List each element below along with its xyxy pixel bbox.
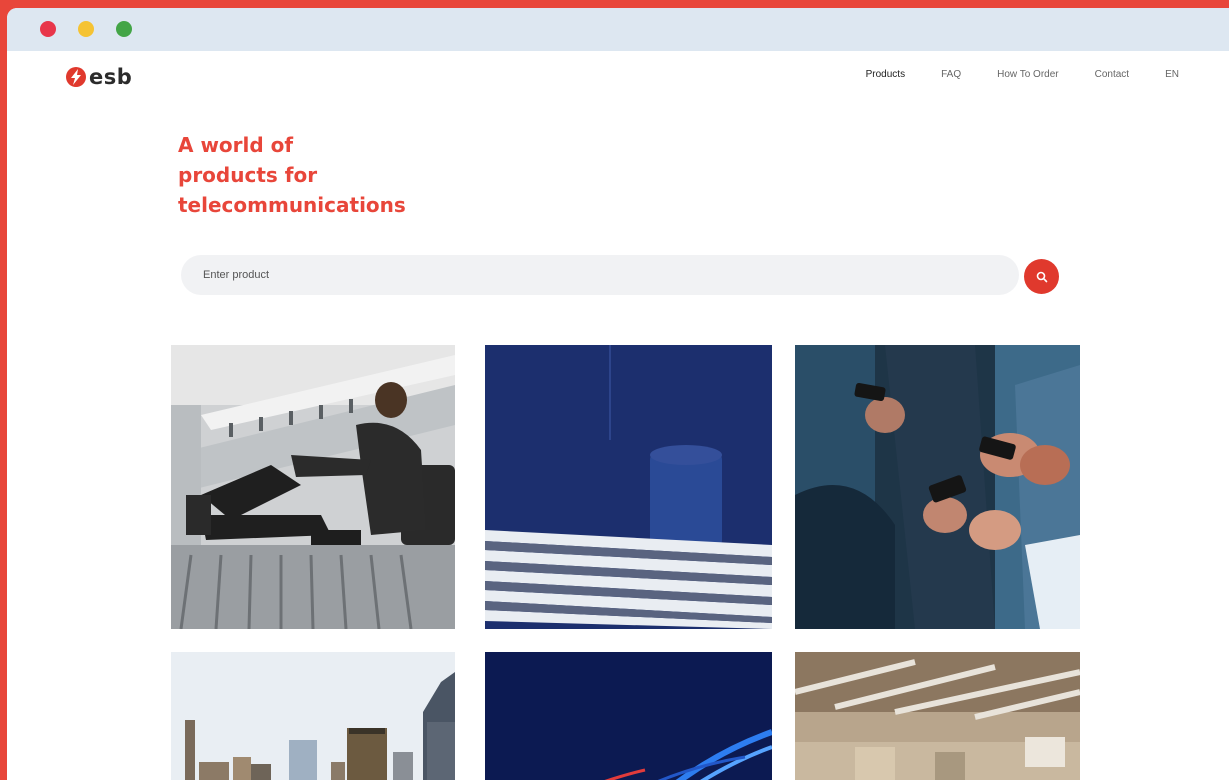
nav-item-how-to-order[interactable]: How To Order bbox=[997, 69, 1059, 80]
brand-logo-text: esb bbox=[89, 65, 133, 89]
gallery-tile[interactable] bbox=[485, 652, 772, 780]
hero-title-line: products for bbox=[178, 163, 318, 187]
hero-title: A world of products for telecommunicatio… bbox=[178, 130, 406, 220]
light-trails-image bbox=[485, 652, 772, 780]
person-with-phone-image bbox=[171, 345, 455, 629]
search-button[interactable] bbox=[1024, 259, 1059, 294]
main-nav: Products FAQ How To Order Contact EN bbox=[866, 69, 1179, 80]
nav-item-language[interactable]: EN bbox=[1165, 69, 1179, 80]
search-icon bbox=[1036, 271, 1047, 282]
nav-item-contact[interactable]: Contact bbox=[1095, 69, 1129, 80]
minimize-window-button[interactable] bbox=[78, 21, 94, 37]
city-skyline-image bbox=[171, 652, 455, 780]
gallery-tile[interactable] bbox=[795, 345, 1080, 629]
site-header: esb Products FAQ How To Order Contact EN bbox=[7, 51, 1229, 111]
gallery-tile[interactable] bbox=[171, 652, 455, 780]
lightning-logo-icon bbox=[66, 67, 86, 87]
browser-titlebar bbox=[7, 8, 1229, 51]
search-bar bbox=[181, 255, 1019, 295]
brand-logo[interactable]: esb bbox=[65, 65, 132, 89]
gallery-tile[interactable] bbox=[485, 345, 772, 629]
nav-item-faq[interactable]: FAQ bbox=[941, 69, 961, 80]
hero-title-line: A world of bbox=[178, 133, 294, 157]
maximize-window-button[interactable] bbox=[116, 21, 132, 37]
search-input[interactable] bbox=[181, 255, 1019, 295]
browser-window: esb Products FAQ How To Order Contact EN… bbox=[7, 8, 1229, 780]
gallery-tile[interactable] bbox=[171, 345, 455, 629]
close-window-button[interactable] bbox=[40, 21, 56, 37]
nav-item-products[interactable]: Products bbox=[866, 69, 905, 80]
gallery-tile[interactable] bbox=[795, 652, 1080, 780]
people-with-phones-image bbox=[795, 345, 1080, 629]
blue-architecture-image bbox=[485, 345, 772, 629]
hero-title-line: telecommunications bbox=[178, 193, 406, 217]
industrial-ceiling-image bbox=[795, 652, 1080, 780]
hero-section: A world of products for telecommunicatio… bbox=[178, 130, 406, 220]
